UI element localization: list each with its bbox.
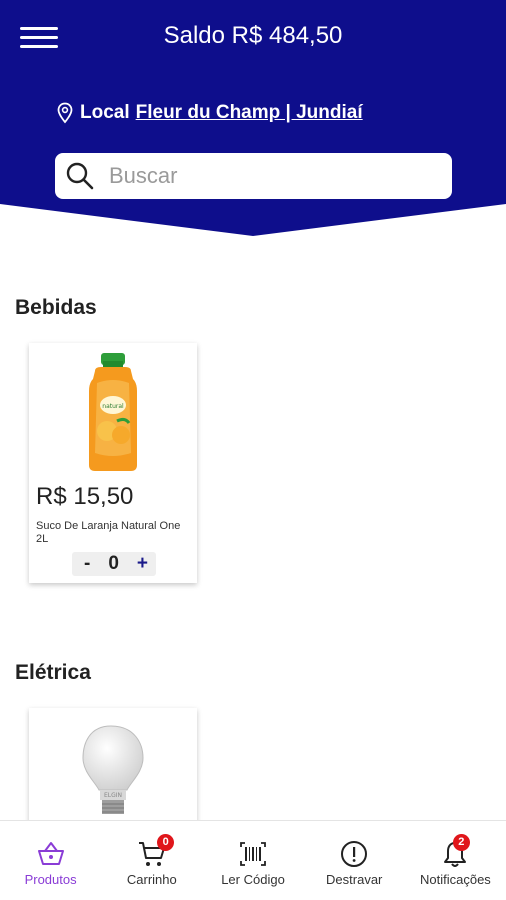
product-price: R$ 15,50 — [36, 483, 134, 510]
quantity-stepper: - 0 + — [72, 552, 156, 576]
svg-text:ELGIN: ELGIN — [104, 792, 122, 799]
nav-item-carrinho[interactable]: 0 Carrinho — [101, 821, 202, 900]
orange-juice-bottle-image: natural — [89, 353, 137, 471]
notification-badge: 2 — [452, 834, 470, 851]
balance-text: Saldo R$ 484,50 — [163, 22, 343, 49]
basket-icon — [37, 842, 64, 865]
search-bar — [55, 153, 452, 199]
nav-label: Ler Código — [221, 872, 285, 887]
nav-label: Notificações — [420, 872, 491, 887]
location-link[interactable]: Fleur du Champ | Jundiaí — [136, 102, 363, 124]
barcode-icon — [240, 842, 266, 866]
decrease-button[interactable]: - — [84, 553, 90, 575]
nav-item-ler-codigo[interactable]: Ler Código — [202, 821, 303, 900]
nav-label: Produtos — [24, 872, 77, 887]
product-card[interactable]: ELGIN — [29, 708, 197, 838]
nav-item-produtos[interactable]: Produtos — [0, 821, 101, 900]
location-row: Local Fleur du Champ | Jundiaí — [56, 102, 363, 124]
increase-button[interactable]: + — [137, 553, 148, 575]
cart-badge: 0 — [157, 834, 175, 851]
category-title: Elétrica — [15, 661, 91, 684]
nav-item-destravar[interactable]: Destravar — [304, 821, 405, 900]
quantity-value: 0 — [108, 553, 119, 574]
nav-label: Carrinho — [126, 872, 177, 887]
search-input[interactable] — [109, 163, 429, 189]
location-label: Local — [80, 102, 130, 123]
location-pin-icon — [57, 102, 73, 124]
bottom-navigation: Produtos 0 Carrinho Ler Código Destravar — [0, 820, 506, 900]
alert-circle-icon — [341, 841, 368, 867]
nav-label: Destravar — [326, 872, 383, 887]
svg-text:natural: natural — [102, 403, 124, 410]
category-title: Bebidas — [15, 296, 97, 319]
product-card[interactable]: natural R$ 15,50 Suco De Laranja Natural… — [29, 343, 197, 583]
search-icon — [66, 162, 94, 190]
product-name: Suco De Laranja Natural One 2L — [36, 520, 181, 545]
nav-item-notificacoes[interactable]: 2 Notificações — [405, 821, 506, 900]
header: Saldo R$ 484,50 Local Fleur du Champ | J… — [0, 0, 506, 240]
